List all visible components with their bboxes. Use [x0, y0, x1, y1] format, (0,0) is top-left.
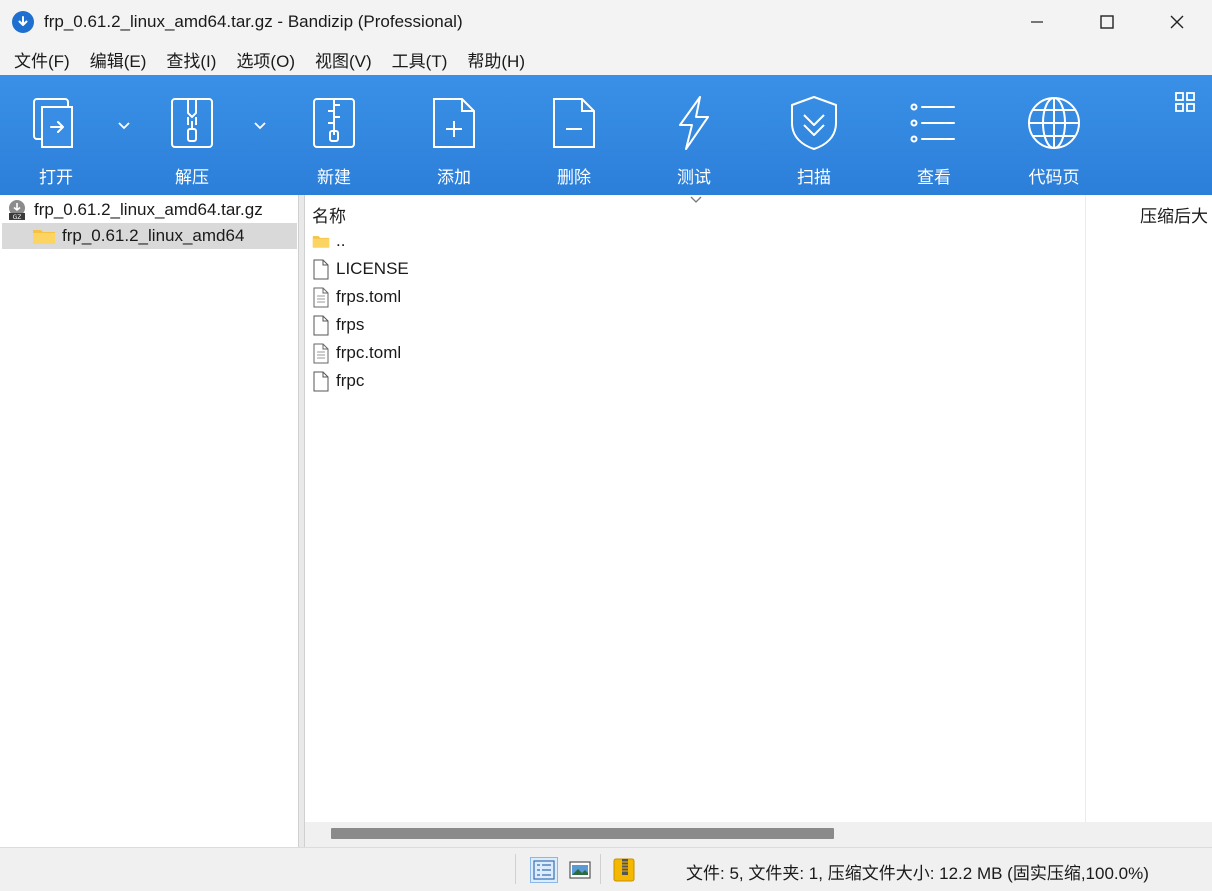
folder-icon	[312, 230, 330, 252]
archive-info-button[interactable]	[610, 857, 638, 883]
file-name: frps.toml	[336, 287, 402, 306]
pane-splitter[interactable]	[298, 195, 305, 847]
lightning-icon	[664, 93, 724, 153]
scrollbar-thumb[interactable]	[331, 828, 834, 839]
new-archive-button[interactable]: 新建	[284, 75, 384, 195]
extract-icon	[162, 93, 222, 153]
grid-icon	[1175, 92, 1195, 112]
status-bar: 文件: 5, 文件夹: 1, 压缩文件大小: 12.2 MB (固实压缩,100…	[0, 847, 1212, 891]
codepage-button[interactable]: 代码页	[1004, 75, 1104, 195]
tree-archive-label: frp_0.61.2_linux_amd64.tar.gz	[34, 200, 263, 219]
tree-item-folder[interactable]: frp_0.61.2_linux_amd64	[2, 223, 297, 249]
details-view-icon	[533, 860, 555, 880]
add-file-icon	[424, 93, 484, 153]
file-row-parent[interactable]: ..	[312, 227, 345, 255]
file-row-frpc[interactable]: frpc	[312, 367, 364, 395]
view-button[interactable]: 查看	[884, 75, 984, 195]
extract-label: 解压	[175, 168, 209, 187]
menu-edit[interactable]: 编辑(E)	[80, 47, 157, 72]
extract-button[interactable]: 解压	[142, 75, 242, 195]
chevron-down-icon	[254, 122, 266, 130]
maximize-icon	[1100, 15, 1114, 29]
archive-icon	[613, 858, 635, 882]
bandizip-app-icon	[12, 11, 34, 33]
chevron-down-icon	[118, 122, 130, 130]
toolbar: 打开 解压 新建 添加 删除 测试 扫描 查看 代码页	[0, 75, 1212, 195]
file-row-frpc-toml[interactable]: frpc.toml	[312, 339, 401, 367]
shield-icon	[784, 93, 844, 153]
file-icon	[312, 258, 330, 280]
folder-tree: GZ frp_0.61.2_linux_amd64.tar.gz frp_0.6…	[0, 195, 300, 847]
text-file-icon	[312, 342, 330, 364]
image-view-icon	[569, 861, 591, 879]
menu-tools[interactable]: 工具(T)	[382, 47, 458, 72]
new-archive-icon	[304, 93, 364, 153]
new-label: 新建	[317, 168, 351, 187]
column-header-name[interactable]: 名称	[312, 202, 346, 227]
title-bar: frp_0.61.2_linux_amd64.tar.gz - Bandizip…	[0, 0, 1212, 44]
scan-button[interactable]: 扫描	[764, 75, 864, 195]
codepage-label: 代码页	[1028, 168, 1080, 187]
file-row-frps-toml[interactable]: frps.toml	[312, 283, 401, 311]
file-name: frpc	[336, 371, 365, 390]
tree-item-archive[interactable]: GZ frp_0.61.2_linux_amd64.tar.gz	[6, 197, 298, 223]
add-button[interactable]: 添加	[404, 75, 504, 195]
window-title: frp_0.61.2_linux_amd64.tar.gz - Bandizip…	[44, 12, 463, 31]
menu-bar: 文件(F) 编辑(E) 查找(I) 选项(O) 视图(V) 工具(T) 帮助(H…	[0, 44, 1212, 75]
menu-find[interactable]: 查找(I)	[156, 47, 226, 72]
details-view-button[interactable]	[530, 857, 558, 883]
file-icon	[312, 314, 330, 336]
delete-label: 删除	[557, 168, 591, 187]
open-icon	[26, 93, 86, 153]
file-icon	[312, 370, 330, 392]
status-separator	[515, 854, 516, 884]
list-icon	[904, 93, 964, 153]
test-label: 测试	[677, 168, 711, 187]
file-name: LICENSE	[336, 259, 409, 278]
add-label: 添加	[437, 168, 471, 187]
menu-file[interactable]: 文件(F)	[4, 47, 80, 72]
file-list: 名称 压缩后大 .. LICENSE frps.toml frps frpc.t…	[305, 195, 1212, 822]
globe-icon	[1024, 93, 1084, 153]
scan-label: 扫描	[797, 168, 831, 187]
horizontal-scrollbar[interactable]	[305, 822, 1212, 847]
file-row-frps[interactable]: frps	[312, 311, 364, 339]
extract-dropdown-button[interactable]	[249, 115, 271, 137]
menu-view[interactable]: 视图(V)	[305, 47, 382, 72]
sort-descending-icon	[690, 196, 702, 203]
status-separator	[600, 854, 601, 884]
close-button[interactable]	[1142, 0, 1212, 44]
open-button[interactable]: 打开	[6, 75, 106, 195]
file-name: frps	[336, 315, 365, 334]
column-divider[interactable]	[1085, 195, 1086, 822]
folder-icon	[32, 226, 56, 246]
gz-archive-icon: GZ	[6, 199, 28, 221]
test-button[interactable]: 测试	[644, 75, 744, 195]
list-header: 名称 压缩后大	[305, 195, 1212, 227]
delete-file-icon	[544, 93, 604, 153]
text-file-icon	[312, 286, 330, 308]
layout-toggle-button[interactable]	[1174, 91, 1196, 113]
menu-help[interactable]: 帮助(H)	[457, 47, 535, 72]
menu-options[interactable]: 选项(O)	[226, 47, 305, 72]
open-dropdown-button[interactable]	[113, 115, 135, 137]
column-header-compressed-size[interactable]: 压缩后大	[1140, 202, 1208, 227]
minimize-icon	[1031, 21, 1043, 23]
maximize-button[interactable]	[1072, 0, 1142, 44]
file-name: frpc.toml	[336, 343, 402, 362]
file-name: ..	[336, 231, 346, 250]
open-label: 打开	[39, 168, 73, 187]
close-icon	[1170, 15, 1184, 29]
minimize-button[interactable]	[1002, 0, 1072, 44]
thumbnail-view-button[interactable]	[566, 857, 594, 883]
svg-text:GZ: GZ	[13, 214, 22, 221]
view-label: 查看	[917, 168, 951, 187]
delete-button[interactable]: 删除	[524, 75, 624, 195]
status-summary: 文件: 5, 文件夹: 1, 压缩文件大小: 12.2 MB (固实压缩,100…	[686, 864, 1149, 883]
tree-folder-label: frp_0.61.2_linux_amd64	[62, 226, 245, 245]
file-row-license[interactable]: LICENSE	[312, 255, 409, 283]
